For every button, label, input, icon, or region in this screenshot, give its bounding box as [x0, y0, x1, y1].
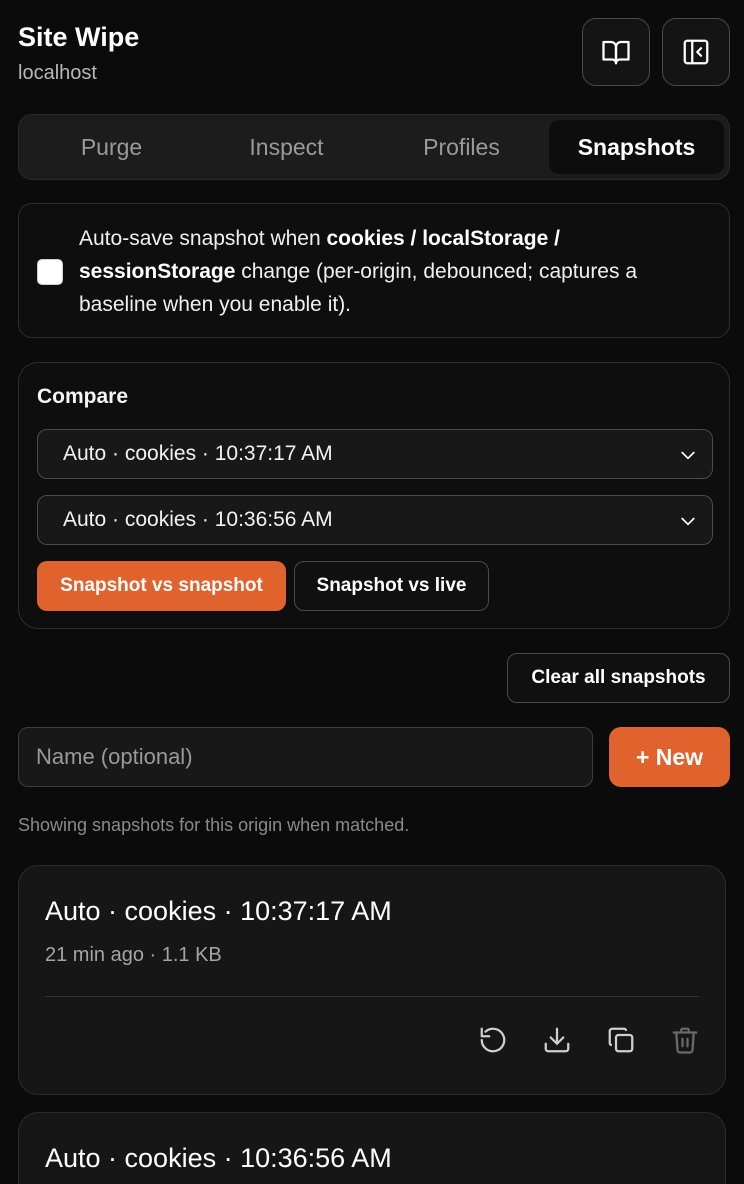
download-icon: [544, 1027, 570, 1053]
snapshot-vs-snapshot-button[interactable]: Snapshot vs snapshot: [37, 561, 286, 611]
new-snapshot-button[interactable]: + New: [609, 727, 730, 787]
autosave-description: Auto-save snapshot when cookies / localS…: [79, 222, 711, 321]
compare-select-b[interactable]: Auto · cookies · 10:36:56 AM: [37, 495, 713, 545]
sidebar-collapse-icon: [683, 39, 709, 65]
docs-button[interactable]: [582, 18, 650, 86]
snapshot-actions: [477, 1024, 701, 1056]
toggle-sidebar-button[interactable]: [662, 18, 730, 86]
compare-card: Compare Auto · cookies · 10:37:17 AM Aut…: [18, 362, 730, 629]
tab-purge[interactable]: Purge: [24, 120, 199, 174]
current-host: localhost: [18, 62, 97, 84]
chevron-down-icon: [681, 451, 695, 460]
tab-profiles[interactable]: Profiles: [374, 120, 549, 174]
snapshot-vs-live-button[interactable]: Snapshot vs live: [294, 561, 489, 611]
book-open-icon: [602, 40, 630, 65]
tab-inspect[interactable]: Inspect: [199, 120, 374, 174]
clear-all-snapshots-button[interactable]: Clear all snapshots: [507, 653, 730, 703]
copy-icon: [608, 1027, 634, 1053]
compare-heading: Compare: [37, 385, 129, 408]
autosave-card: Auto-save snapshot when cookies / localS…: [18, 203, 730, 338]
origin-hint: Showing snapshots for this origin when m…: [18, 815, 410, 835]
app-title: Site Wipe: [18, 22, 140, 52]
chevron-down-icon: [681, 517, 695, 526]
compare-select-a-value: Auto · cookies · 10:37:17 AM: [63, 442, 333, 465]
trash-icon: [672, 1027, 698, 1054]
snapshot-meta: 21 min ago · 1.1 KB: [45, 944, 222, 966]
snapshot-card: Auto · cookies · 10:37:17 AM 21 min ago …: [18, 865, 726, 1095]
restore-icon: [480, 1027, 506, 1053]
snapshot-name-input[interactable]: [18, 727, 593, 787]
autosave-text-pre: Auto-save snapshot when: [79, 227, 327, 250]
snapshot-divider: [45, 996, 699, 997]
compare-select-b-value: Auto · cookies · 10:36:56 AM: [63, 508, 333, 531]
compare-select-a[interactable]: Auto · cookies · 10:37:17 AM: [37, 429, 713, 479]
autosave-checkbox[interactable]: [37, 259, 63, 285]
download-button[interactable]: [541, 1024, 573, 1056]
delete-button[interactable]: [669, 1024, 701, 1056]
snapshot-card: Auto · cookies · 10:36:56 AM: [18, 1112, 726, 1184]
header: Site Wipe localhost: [18, 18, 730, 90]
snapshot-title: Auto · cookies · 10:37:17 AM: [45, 896, 392, 926]
tab-bar: Purge Inspect Profiles Snapshots: [18, 114, 730, 180]
tab-snapshots[interactable]: Snapshots: [549, 120, 724, 174]
restore-button[interactable]: [477, 1024, 509, 1056]
snapshot-title: Auto · cookies · 10:36:56 AM: [45, 1143, 392, 1173]
duplicate-button[interactable]: [605, 1024, 637, 1056]
